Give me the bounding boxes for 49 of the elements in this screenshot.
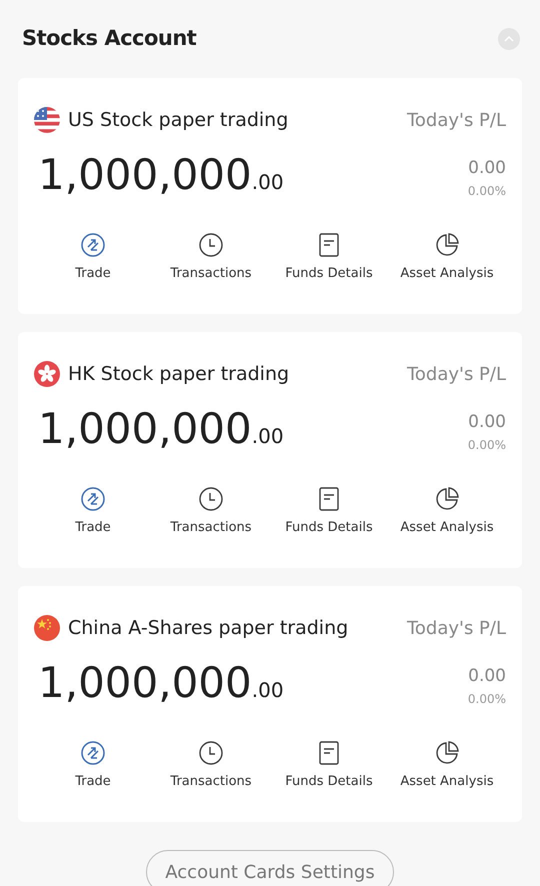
flag-icon	[34, 107, 60, 133]
action-button[interactable]: Trade	[34, 232, 152, 284]
action-button[interactable]: Asset Analysis	[388, 486, 506, 538]
action-button[interactable]: Transactions	[152, 486, 270, 538]
account-card[interactable]: HK Stock paper trading Today's P/L 1,000,000.00 0.00 0.00% Trade Transactions Funds Details Asset Analysis	[18, 332, 522, 568]
balance-amount: 1,000,000.00	[38, 662, 284, 704]
account-name: China A-Shares paper trading	[68, 616, 348, 641]
pl-value: 0.00	[468, 157, 506, 180]
trade-icon	[80, 740, 106, 766]
collapse-button[interactable]	[498, 28, 520, 50]
pie-chart-icon	[434, 486, 460, 512]
action-button[interactable]: Asset Analysis	[388, 740, 506, 792]
pie-chart-icon	[434, 232, 460, 258]
action-button[interactable]: Transactions	[152, 232, 270, 284]
balance-amount: 1,000,000.00	[38, 154, 284, 196]
balance-amount: 1,000,000.00	[38, 408, 284, 450]
pl-label: Today's P/L	[406, 108, 506, 132]
pl-value: 0.00	[468, 411, 506, 434]
chevron-up-icon	[504, 36, 514, 42]
action-button[interactable]: Trade	[34, 740, 152, 792]
pl-label: Today's P/L	[406, 616, 506, 640]
clock-icon	[198, 486, 224, 512]
action-button[interactable]: Funds Details	[270, 740, 388, 792]
pl-value: 0.00	[468, 665, 506, 688]
account-name: HK Stock paper trading	[68, 362, 290, 387]
trade-icon	[80, 232, 106, 258]
document-icon	[318, 486, 340, 512]
document-icon	[318, 232, 340, 258]
account-cards-settings-button[interactable]: Account Cards Settings	[146, 850, 394, 886]
flag-icon	[34, 361, 60, 387]
account-name: US Stock paper trading	[68, 108, 288, 133]
pl-percent: 0.00%	[468, 182, 506, 200]
action-button[interactable]: Funds Details	[270, 486, 388, 538]
account-card[interactable]: China A-Shares paper trading Today's P/L 1,000,000.00 0.00 0.00% Trade Transactions Funds Details Asset Analysis	[18, 586, 522, 822]
flag-icon	[34, 615, 60, 641]
trade-icon	[80, 486, 106, 512]
section-title: Stocks Account	[22, 25, 196, 52]
account-card[interactable]: US Stock paper trading Today's P/L 1,000,000.00 0.00 0.00% Trade Transactions Funds Details Asset Analysis	[18, 78, 522, 314]
action-button[interactable]: Trade	[34, 486, 152, 538]
action-button[interactable]: Asset Analysis	[388, 232, 506, 284]
pl-percent: 0.00%	[468, 690, 506, 708]
clock-icon	[198, 740, 224, 766]
clock-icon	[198, 232, 224, 258]
action-button[interactable]: Transactions	[152, 740, 270, 792]
pie-chart-icon	[434, 740, 460, 766]
pl-label: Today's P/L	[406, 362, 506, 386]
document-icon	[318, 740, 340, 766]
action-button[interactable]: Funds Details	[270, 232, 388, 284]
pl-percent: 0.00%	[468, 436, 506, 454]
